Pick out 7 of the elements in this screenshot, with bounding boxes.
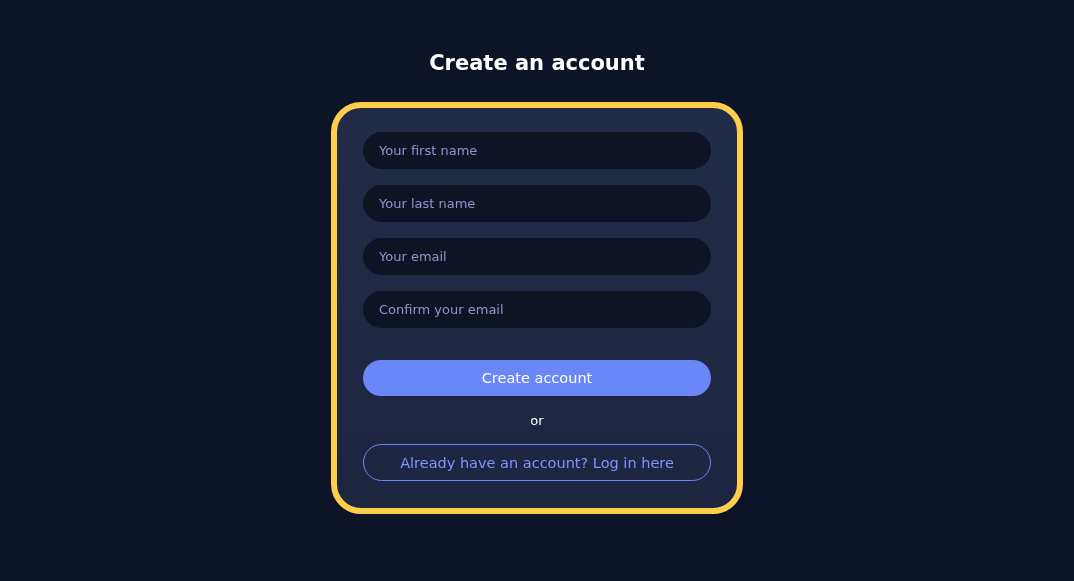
input-field[interactable]: Your last name <box>363 185 711 222</box>
input-field[interactable]: Your email <box>363 238 711 275</box>
page-title: Create an account <box>429 50 645 77</box>
separator-text: or <box>530 412 544 430</box>
input-field[interactable]: Your first name <box>363 132 711 169</box>
create-account-button[interactable]: Create account <box>363 360 711 396</box>
input-field[interactable]: Confirm your email <box>363 291 711 328</box>
